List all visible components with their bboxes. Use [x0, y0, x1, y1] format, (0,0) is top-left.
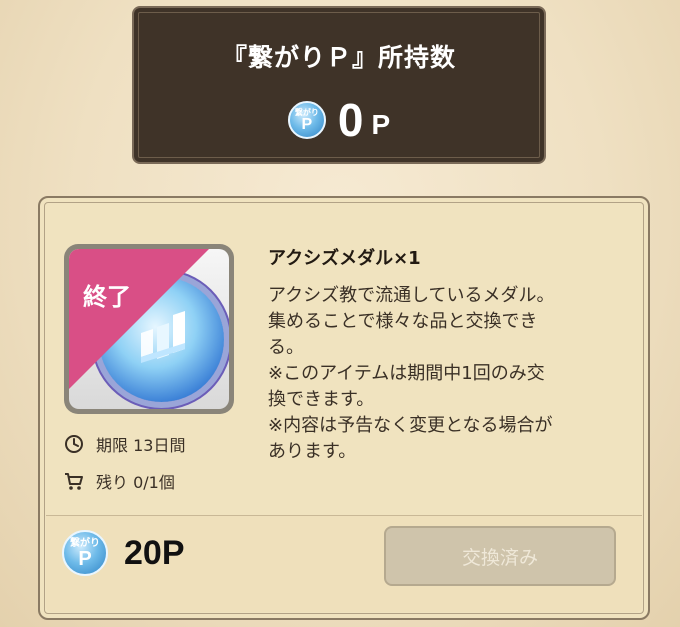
- points-row: 繋がり P 0 P: [134, 92, 544, 148]
- remaining-row: 残り 0/1個: [64, 469, 175, 493]
- status-ribbon: [69, 249, 209, 389]
- cost-coin-icon: 繋がり P: [62, 530, 108, 576]
- status-ribbon-label: 終了: [83, 283, 131, 311]
- period-row: 期限 13日間: [64, 432, 185, 456]
- points-title: 『繋がりＰ』所持数: [221, 43, 456, 72]
- item-name: アクシズメダル×1: [268, 248, 421, 269]
- points-value: 0: [337, 94, 364, 146]
- cost-row: 繋がり P 20P: [62, 530, 185, 576]
- coin-kana: 繋がり: [70, 537, 100, 549]
- item-description: アクシズ教で流通しているメダル。 集めることで様々な品と交換でき る。 ※このア…: [268, 285, 555, 462]
- points-unit: P: [371, 109, 391, 140]
- coin-letter: P: [301, 115, 313, 133]
- remaining-label: 残り 0/1個: [96, 473, 175, 492]
- exchange-button[interactable]: 交換済み: [384, 526, 616, 586]
- points-panel: 『繋がりＰ』所持数 繋がり P 0 P: [132, 6, 546, 164]
- clock-icon: [65, 435, 83, 453]
- item-thumbnail: 終了: [64, 244, 234, 414]
- cart-icon: [65, 473, 83, 490]
- cost-value: 20P: [124, 533, 185, 572]
- period-label: 期限 13日間: [96, 436, 186, 455]
- points-coin-icon: 繋がり P: [287, 101, 326, 139]
- coin-letter: P: [78, 547, 92, 570]
